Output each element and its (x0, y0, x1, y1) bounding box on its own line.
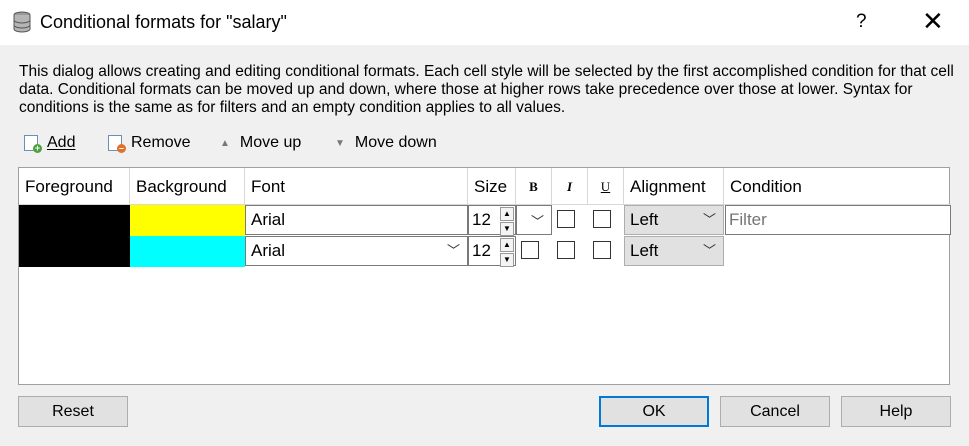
column-header-font[interactable]: Font (245, 168, 468, 205)
alignment-select[interactable]: Left ﹀ (624, 236, 724, 266)
window-title: Conditional formats for "salary" (40, 12, 287, 32)
foreground-color-cell[interactable] (19, 236, 130, 267)
font-value: Arial (251, 241, 286, 260)
ok-button[interactable]: OK (599, 396, 709, 427)
chevron-down-icon: ﹀ (530, 214, 544, 229)
close-icon[interactable]: ✕ (922, 6, 944, 37)
move-up-label: Move up (239, 134, 302, 151)
column-header-foreground[interactable]: Foreground (19, 168, 130, 205)
size-value: 12 (472, 210, 491, 229)
column-header-bold[interactable]: B (516, 168, 552, 205)
column-header-underline[interactable]: U (588, 168, 624, 205)
database-icon (13, 11, 31, 33)
size-spinbox[interactable]: 12 ▲ ▼ (468, 205, 516, 236)
remove-button[interactable]: – Remove (108, 132, 191, 154)
font-select[interactable]: Arial ﹀ (245, 236, 468, 266)
remove-icon: – (108, 135, 126, 153)
font-dropdown[interactable]: ﹀ (516, 205, 552, 235)
background-color-cell[interactable] (130, 205, 245, 236)
add-button[interactable]: + Add (24, 132, 75, 154)
conditional-formats-table: Foreground Background Font Size B I U Al… (18, 167, 951, 385)
dialog-description: This dialog allows creating and editing … (19, 63, 954, 116)
underline-checkbox[interactable] (593, 241, 611, 259)
spinner-arrows-icon[interactable]: ▲ ▼ (500, 207, 514, 236)
remove-label: Remove (131, 134, 191, 151)
alignment-value: Left (630, 210, 659, 229)
chevron-down-icon: ﹀ (702, 212, 716, 227)
foreground-color-cell[interactable] (19, 205, 130, 236)
column-header-background[interactable]: Background (130, 168, 245, 205)
size-spinbox[interactable]: 12 ▲ ▼ (468, 236, 516, 267)
title-bar: Conditional formats for "salary" ? ✕ (0, 0, 969, 45)
help-button[interactable]: Help (841, 396, 951, 427)
font-cell[interactable]: Arial (245, 205, 468, 235)
add-label: Add (47, 134, 76, 151)
column-header-size[interactable]: Size (468, 168, 516, 205)
italic-checkbox[interactable] (557, 241, 575, 259)
spinner-arrows-icon[interactable]: ▲ ▼ (500, 238, 514, 267)
add-icon: + (24, 135, 42, 153)
chevron-down-icon: ﹀ (702, 243, 716, 258)
move-up-button[interactable]: ▲ Move up (220, 132, 301, 154)
column-header-italic[interactable]: I (552, 168, 588, 205)
alignment-select[interactable]: Left ﹀ (624, 205, 724, 235)
size-value: 12 (472, 241, 491, 260)
alignment-value: Left (630, 241, 659, 260)
move-down-label: Move down (354, 134, 437, 151)
column-header-alignment[interactable]: Alignment (624, 168, 724, 205)
background-color-cell[interactable] (130, 236, 245, 267)
cancel-button[interactable]: Cancel (720, 396, 830, 427)
reset-button[interactable]: Reset (18, 396, 128, 427)
bold-checkbox[interactable] (521, 241, 539, 259)
move-down-button[interactable]: ▼ Move down (335, 132, 437, 154)
chevron-down-icon: ﹀ (446, 243, 460, 258)
help-icon[interactable]: ? (856, 11, 867, 33)
arrow-down-icon: ▼ (335, 137, 345, 149)
italic-checkbox[interactable] (557, 210, 575, 228)
arrow-up-icon: ▲ (220, 137, 230, 149)
underline-checkbox[interactable] (593, 210, 611, 228)
condition-input[interactable] (725, 205, 951, 235)
column-header-condition[interactable]: Condition (724, 168, 950, 205)
